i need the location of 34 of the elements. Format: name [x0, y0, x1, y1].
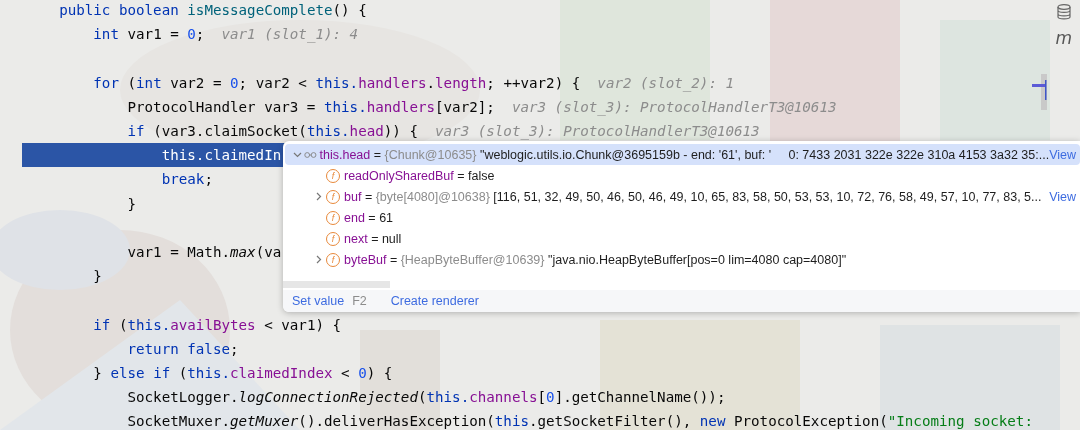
code-text: public boolean isMessageComplete() { — [58, 2, 367, 19]
variable-row[interactable]: f byteBuf = {HeapByteBuffer@10639} "java.nio.HeapByteBuffer[pos=0 lim=4080 cap=4080]" — [285, 249, 1080, 270]
glasses-icon — [303, 150, 317, 159]
action-link[interactable]: Create renderer — [390, 294, 479, 308]
code-text: } else if (this.claimedIndex < 0) { — [92, 364, 393, 381]
inline-hint: var2 (slot_2): 1 — [597, 74, 735, 91]
action-link[interactable]: Set value — [292, 294, 345, 308]
inline-hint: var3 (slot_3): ProtocolHandlerT3@10613 — [435, 123, 760, 140]
code-text: SocketLogger.logConnectionRejected(this.channels[0].getChannelName()); — [126, 389, 726, 406]
variable-row[interactable]: this.head = {Chunk@10635} "weblogic.utils.io.Chunk@3695159b - end: '61', buf: ' 0: 7433 2031 322e 322e 310a 4153 3a32 35:...View — [285, 144, 1080, 165]
code-text: var1 = Math.max(va — [126, 243, 282, 260]
scroll-marker — [1032, 74, 1048, 110]
inline-hint: var3 (slot_3): ProtocolHandlerT3@10613 — [511, 98, 837, 115]
variable-row[interactable]: f buf = {byte[4080]@10638} [116, 51, 32, 49, 50, 46, 50, 46, 49, 10, 65, 83, 58, 50, 53, 53, 10, 72, 76, 58, 49, 57, 10, 77, 83, 5... View — [285, 186, 1080, 207]
chevron-down-icon[interactable] — [292, 150, 302, 159]
code-text: this.claimedIn — [160, 147, 282, 164]
code-text: for (int var2 = 0; var2 < this.handlers.length; ++var2) { — [92, 74, 581, 91]
code-text: } — [126, 195, 137, 212]
code-text: int var1 = 0; — [92, 26, 205, 43]
code-text: break; — [160, 171, 213, 188]
code-text: if (var3.claimSocket(this.head)) { — [126, 123, 418, 140]
inline-hint: var1 (slot_1): 4 — [221, 26, 359, 43]
tool-icon[interactable]: m — [1055, 28, 1072, 48]
code-text: } — [92, 268, 102, 285]
code-text: SocketMuxer.getMuxer().deliverHasException(this.getSocketFilter(), new ProtocolException("Incoming socket: — [126, 413, 1033, 430]
code-text: ProtocolHandler var3 = this.handlers[var2]; — [126, 98, 495, 115]
variable-row[interactable]: f readOnlySharedBuf = false — [285, 165, 1080, 186]
database-icon[interactable] — [1056, 4, 1071, 20]
code-text: if (this.availBytes < var1) { — [92, 316, 342, 333]
scrollbar[interactable] — [283, 281, 390, 288]
code-text: return false; — [126, 340, 239, 357]
variable-row[interactable]: f next = null — [285, 228, 1080, 249]
shortcut-text: F2 — [352, 294, 367, 308]
variable-row[interactable]: f end = 61 — [285, 207, 1080, 228]
